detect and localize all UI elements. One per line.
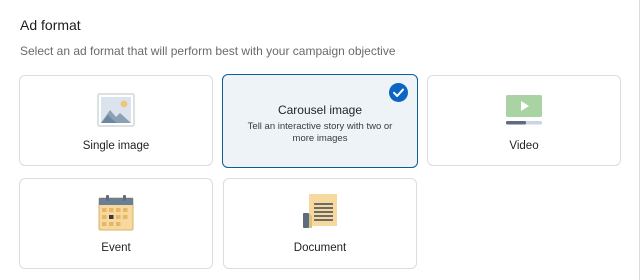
format-label: Video bbox=[509, 140, 539, 152]
format-card-video[interactable]: Video bbox=[427, 75, 621, 166]
format-card-carousel-image[interactable]: Carousel image Tell an interactive story… bbox=[222, 74, 418, 168]
section-title: Ad format bbox=[20, 17, 81, 33]
format-card-event[interactable]: Event bbox=[19, 178, 213, 269]
format-label: Event bbox=[101, 242, 131, 254]
calendar-icon bbox=[97, 194, 135, 232]
video-icon bbox=[505, 94, 543, 126]
ad-format-panel: Ad format Select an ad format that will … bbox=[0, 0, 640, 280]
document-icon bbox=[300, 193, 340, 231]
format-card-document[interactable]: Document bbox=[223, 178, 417, 269]
section-subtitle: Select an ad format that will perform be… bbox=[20, 44, 396, 58]
selected-check-icon bbox=[389, 83, 408, 102]
image-icon bbox=[97, 93, 135, 127]
format-label: Single image bbox=[82, 140, 150, 152]
format-description: Tell an interactive story with two or mo… bbox=[247, 121, 393, 144]
format-label: Carousel image bbox=[277, 103, 363, 117]
format-label: Document bbox=[293, 242, 347, 254]
format-card-single-image[interactable]: Single image bbox=[19, 75, 213, 166]
